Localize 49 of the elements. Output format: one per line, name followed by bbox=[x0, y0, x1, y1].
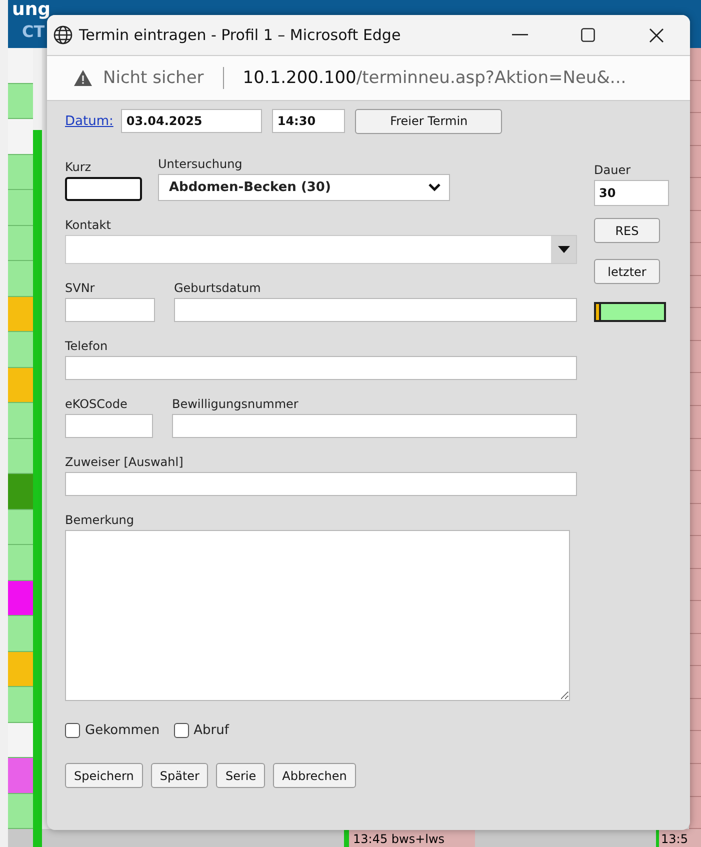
field-label: Bewilligungsnummer bbox=[172, 397, 300, 411]
field-label: eKOSCode bbox=[65, 397, 128, 411]
warning-icon bbox=[73, 69, 93, 87]
minimize-icon[interactable] bbox=[512, 34, 528, 36]
date-field[interactable]: 03.04.2025 bbox=[121, 109, 262, 133]
field-label: Telefon bbox=[65, 339, 109, 353]
appointment-entry: 13:5 bbox=[656, 829, 701, 847]
field-label: Zuweiser [Auswahl] bbox=[65, 455, 184, 469]
remarks-textarea[interactable] bbox=[65, 530, 570, 701]
exam-dropdown[interactable]: Abdomen-Becken (30) bbox=[158, 174, 450, 201]
field-label: Kontakt bbox=[65, 218, 112, 232]
checkbox-label: Abruf bbox=[194, 723, 229, 738]
field-label: Geburtsdatum bbox=[174, 281, 262, 295]
side-button[interactable]: RES bbox=[594, 218, 660, 243]
side-button[interactable]: letzter bbox=[594, 259, 660, 284]
referrer-field[interactable] bbox=[65, 472, 577, 496]
header-title: ung bbox=[12, 0, 51, 20]
url-text: 10.1.200.100/terminneu.asp?Aktion=Neu&... bbox=[242, 68, 626, 88]
form-button[interactable]: Serie bbox=[216, 763, 266, 788]
checkbox[interactable] bbox=[174, 723, 189, 738]
security-label: Nicht sicher bbox=[103, 68, 204, 88]
close-icon[interactable] bbox=[648, 28, 664, 42]
field-label: Dauer bbox=[594, 163, 632, 177]
field-label: SVNr bbox=[65, 281, 96, 295]
checkbox-label: Gekommen bbox=[85, 723, 160, 738]
header-subtitle: CT bbox=[22, 22, 45, 42]
field-label: Untersuchung bbox=[158, 157, 244, 171]
form-button[interactable]: Speichern bbox=[65, 763, 143, 788]
form-button[interactable]: Später bbox=[150, 763, 208, 788]
phone-field[interactable] bbox=[65, 356, 577, 380]
insurance-number-field[interactable] bbox=[65, 298, 155, 322]
appointment-entry: 13:45 bws+lws bbox=[344, 829, 475, 847]
dropdown-arrow-icon[interactable] bbox=[558, 246, 570, 253]
free-slot-button[interactable]: Freier Termin bbox=[355, 108, 502, 134]
field-label: Bemerkung bbox=[65, 513, 136, 527]
ekos-code-field[interactable] bbox=[65, 414, 153, 438]
globe-icon bbox=[53, 25, 73, 45]
form-button[interactable]: Abbrechen bbox=[273, 763, 356, 788]
maximize-icon[interactable] bbox=[581, 28, 595, 42]
date-link[interactable]: Datum: bbox=[65, 114, 114, 128]
chevron-icon bbox=[428, 183, 441, 192]
checkbox[interactable] bbox=[65, 723, 80, 738]
time-field[interactable]: 14:30 bbox=[272, 109, 346, 133]
short-code-field[interactable] bbox=[65, 177, 142, 201]
field-label: Kurz bbox=[65, 160, 92, 174]
birth-date-field[interactable] bbox=[174, 298, 577, 322]
duration-field[interactable]: 30 bbox=[594, 180, 669, 206]
window-title: Termin eintragen - Profil 1 – Microsoft Edge bbox=[79, 26, 402, 44]
approval-number-field[interactable] bbox=[172, 414, 577, 438]
